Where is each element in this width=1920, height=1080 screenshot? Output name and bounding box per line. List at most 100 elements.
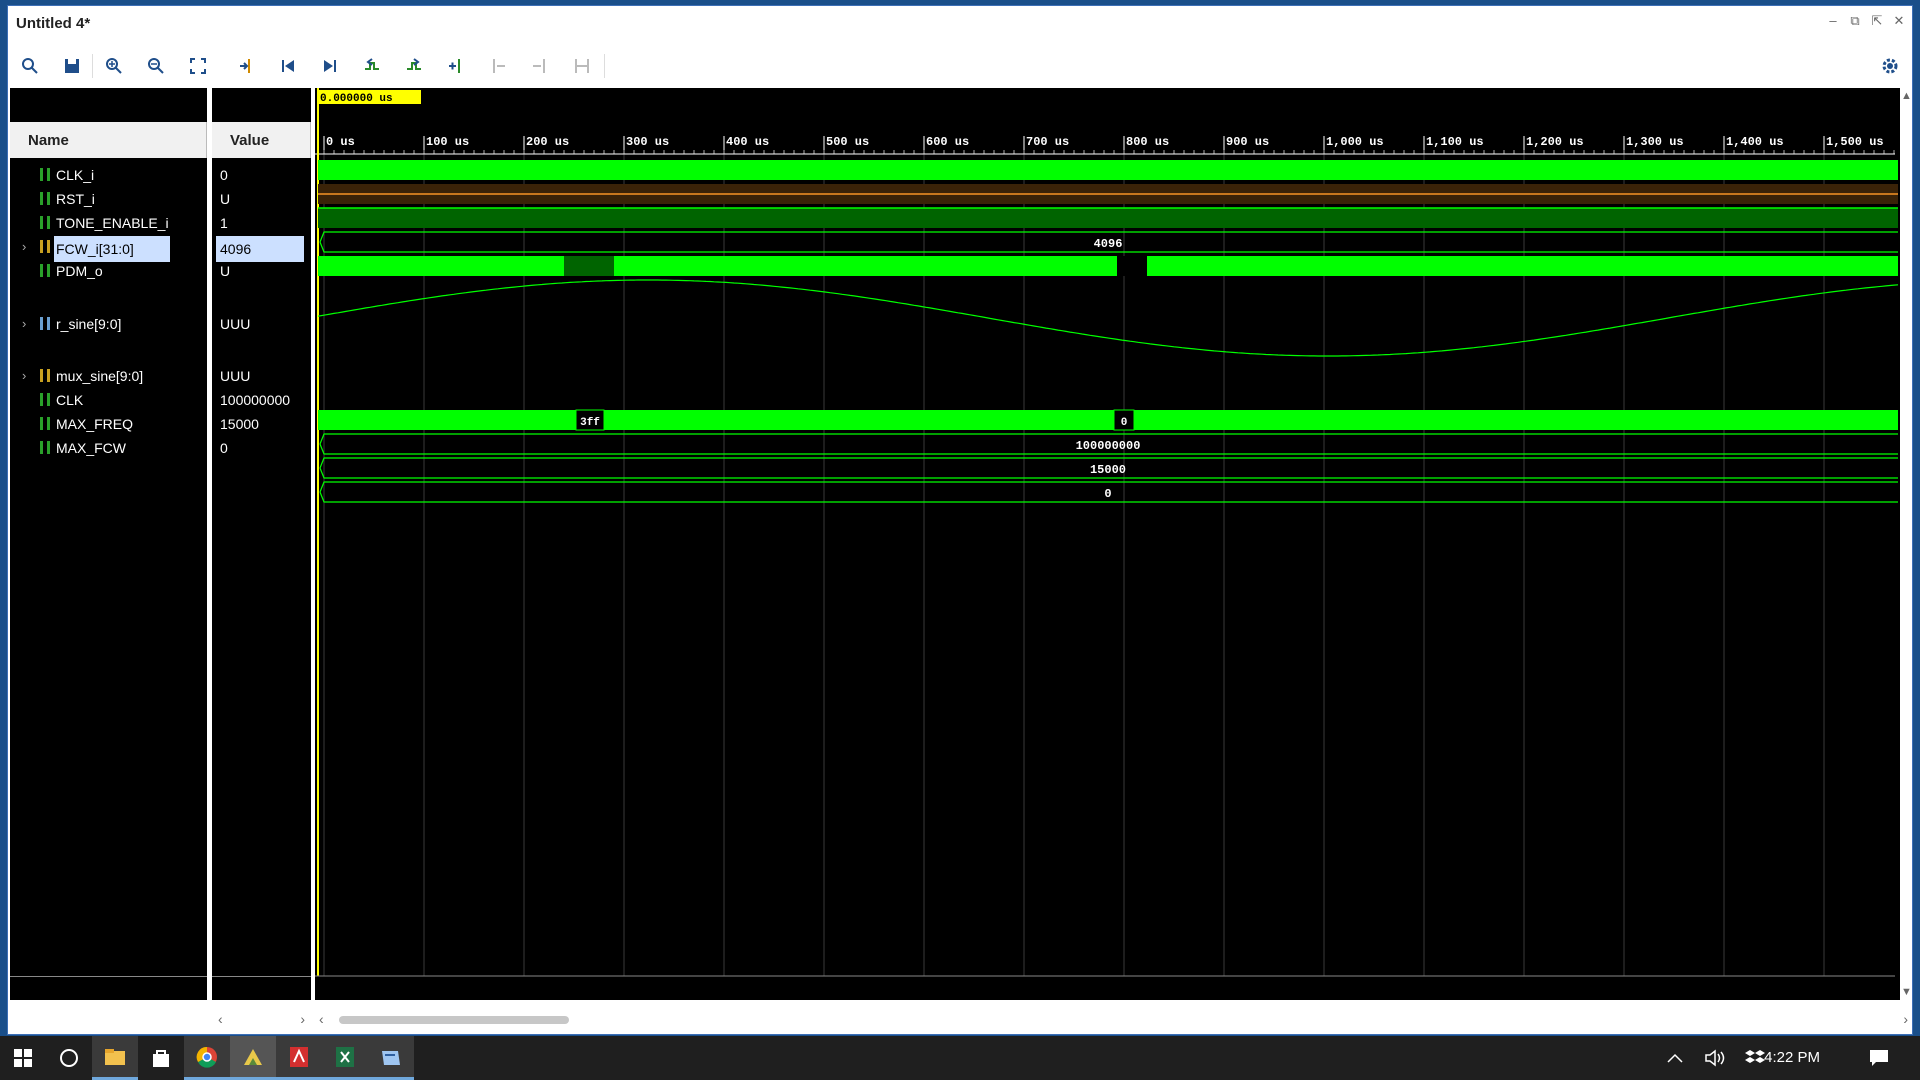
signal-value-row[interactable]: U [212,188,311,210]
wave-hscrollbar[interactable]: ‹ › [315,1010,1912,1030]
add-marker-icon[interactable] [444,54,468,78]
store-icon[interactable] [138,1036,184,1080]
taskbar-clock[interactable]: 4:22 PM [1764,1049,1820,1066]
signal-row[interactable]: MAX_FCW [10,437,207,459]
acrobat-icon[interactable] [276,1036,322,1080]
signal-icon [40,192,50,205]
cortana-icon[interactable] [46,1036,92,1080]
signal-icon [40,417,50,430]
signal-row[interactable]: RST_i [10,188,207,210]
bus-signal-icon [40,240,50,253]
time-tick-label: 1,200 us [1526,135,1584,149]
signal-value-row[interactable]: 15000 [212,413,311,435]
mux-sine-wave [318,410,1898,430]
signal-value: U [220,191,231,207]
previous-marker-icon [486,54,510,78]
signal-name: mux_sine[9:0] [56,368,144,384]
signal-icon [40,393,50,406]
restore-icon[interactable]: ⧉ [1848,14,1862,28]
signal-row[interactable]: PDM_o [10,260,207,282]
value-column-header[interactable]: Value [212,122,311,158]
value-hscrollbar[interactable]: ‹ › [212,1010,311,1030]
go-to-cursor-icon[interactable] [234,54,258,78]
title-bar: Untitled 4* – ⧉ ⇱ ✕ [8,6,1912,42]
signal-row[interactable]: › r_sine[9:0] [10,313,207,335]
next-marker-icon [528,54,552,78]
signal-icon [40,441,50,454]
signal-name: MAX_FCW [56,440,126,456]
chevron-right-icon[interactable]: › [22,316,26,331]
save-icon[interactable] [60,54,84,78]
signal-icon [40,168,50,181]
pdm-o-dense-region [564,256,614,276]
windows-start-icon[interactable] [0,1036,46,1080]
time-tick-label: 500 us [826,135,869,149]
minimize-icon[interactable]: – [1826,14,1840,28]
time-tick-label: 0 us [326,135,355,149]
analog-signal-icon [40,317,50,330]
signal-value-row[interactable]: 100000000 [212,389,311,411]
signal-row[interactable]: › mux_sine[9:0] [10,365,207,387]
tone-enable-wave [318,208,1898,228]
mux-sine-label: 3ff [580,417,600,429]
fcw-bus-wave-label: 4096 [1094,237,1123,251]
zoom-in-icon[interactable] [102,54,126,78]
name-column-header[interactable]: Name [10,122,207,158]
window-title: Untitled 4* [16,15,91,32]
gear-icon[interactable] [1878,54,1902,78]
signal-icon [40,264,50,277]
signal-name: FCW_i[31:0] [54,236,170,262]
maximize-icon[interactable]: ⇱ [1870,14,1884,28]
chevron-right-icon[interactable]: › [22,239,26,254]
vivado-icon[interactable] [230,1036,276,1080]
next-transition-icon[interactable] [402,54,426,78]
vertical-scrollbar[interactable]: ▲ ▼ [1900,88,1912,1000]
previous-transition-icon[interactable] [360,54,384,78]
signal-row[interactable]: TONE_ENABLE_i [10,212,207,234]
signal-row[interactable]: CLK [10,389,207,411]
zoom-out-icon[interactable] [144,54,168,78]
time-tick-label: 800 us [1126,135,1169,149]
hscroll-thumb[interactable] [339,1016,569,1024]
max-fcw-param-wave-label: 0 [1104,487,1111,501]
signal-row[interactable]: › FCW_i[31:0] [10,236,207,262]
value-pane: Value 0 U 1 4096 U UUU UUU 100000000 15000 0 [212,88,311,1000]
chrome-icon[interactable] [184,1036,230,1080]
signal-value: 15000 [220,416,259,432]
signal-row[interactable]: MAX_FREQ [10,413,207,435]
toolbar [8,48,1912,84]
signal-name: CLK_i [56,167,95,183]
signal-value: 1 [220,215,228,231]
name-pane: Name CLK_i RST_i TONE_ENABLE_i › FCW_i[31:0]… [10,88,207,1000]
close-icon[interactable]: ✕ [1892,14,1906,28]
chevron-right-icon[interactable]: › [22,368,26,383]
go-to-last-time-icon[interactable] [318,54,342,78]
excel-icon[interactable] [322,1036,368,1080]
zoom-fit-icon[interactable] [186,54,210,78]
signal-value: UUU [220,316,251,332]
signal-value-row[interactable]: 0 [212,437,311,459]
signal-value-row[interactable]: U [212,260,311,282]
time-tick-label: 100 us [426,135,469,149]
signal-value-row[interactable]: 1 [212,212,311,234]
signal-value-row[interactable]: 0 [212,164,311,186]
clk-param-wave-label: 100000000 [1076,439,1141,453]
app-icon[interactable] [368,1036,414,1080]
go-to-time-0-icon[interactable] [276,54,300,78]
waveform-pane[interactable]: 0 us 100 us 200 us 300 us 400 us 500 us 600 us… [315,88,1900,1000]
signal-name: MAX_FREQ [56,416,134,432]
notifications-icon[interactable] [1856,1036,1902,1080]
taskbar: 4:22 PM [0,1036,1920,1080]
signal-value: 0 [220,440,228,456]
signal-icon [40,216,50,229]
signal-value-row[interactable]: UUU [212,313,311,335]
signal-value-row[interactable]: UUU [212,365,311,387]
signal-value: U [220,263,231,279]
search-icon[interactable] [18,54,42,78]
signal-row[interactable]: CLK_i [10,164,207,186]
file-explorer-icon[interactable] [92,1036,138,1080]
mux-sine-label: 0 [1121,417,1128,429]
pdm-o-wave [318,256,1898,276]
signal-name: RST_i [56,191,95,207]
signal-value-row[interactable]: 4096 [212,236,311,262]
